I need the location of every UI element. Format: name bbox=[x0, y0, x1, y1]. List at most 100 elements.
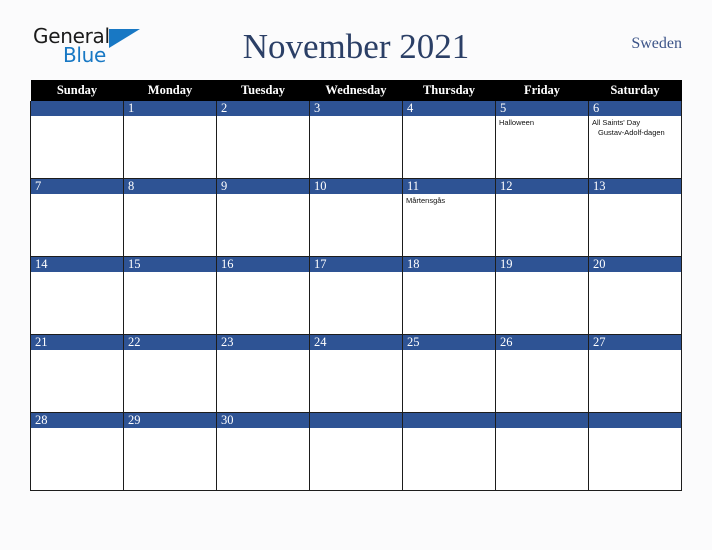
calendar-day-cell-18[interactable]: 18 bbox=[402, 256, 496, 335]
day-number: 30 bbox=[217, 413, 309, 428]
weekday-header-tuesday: Tuesday bbox=[216, 80, 310, 101]
calendar-day-cell-3[interactable]: 3 bbox=[309, 101, 403, 179]
day-number: 25 bbox=[403, 335, 495, 350]
country-label: Sweden bbox=[631, 35, 682, 52]
day-events bbox=[124, 272, 216, 274]
day-number: 29 bbox=[124, 413, 216, 428]
calendar-day-cell-12[interactable]: 12 bbox=[495, 178, 589, 257]
calendar-day-cell-9[interactable]: 9 bbox=[216, 178, 310, 257]
day-events bbox=[589, 194, 681, 196]
calendar-day-cell-20[interactable]: 20 bbox=[588, 256, 682, 335]
calendar-day-cell-2[interactable]: 2 bbox=[216, 101, 310, 179]
day-events bbox=[217, 272, 309, 274]
day-events bbox=[496, 194, 588, 196]
calendar-day-cell-28[interactable]: 28 bbox=[30, 412, 124, 491]
day-number: 28 bbox=[31, 413, 123, 428]
calendar-day-cell-empty[interactable] bbox=[309, 412, 403, 491]
day-events bbox=[217, 116, 309, 118]
day-events bbox=[31, 116, 123, 118]
calendar-day-cell-empty[interactable] bbox=[402, 412, 496, 491]
calendar-day-cell-5[interactable]: 5 Halloween bbox=[495, 101, 589, 179]
day-number: 4 bbox=[403, 101, 495, 116]
day-number bbox=[403, 413, 495, 428]
calendar-day-cell-29[interactable]: 29 bbox=[123, 412, 217, 491]
day-events: Mårtensgås bbox=[403, 194, 495, 206]
calendar-table: Sunday Monday Tuesday Wednesday Thursday Frid… bbox=[30, 80, 682, 491]
day-events bbox=[496, 272, 588, 274]
calendar-day-cell-14[interactable]: 14 bbox=[30, 256, 124, 335]
holiday-label: Mårtensgås bbox=[406, 196, 446, 205]
calendar-body: 1 2 3 4 5 Halloween 6 All Saints' Day Gustav-Ado… bbox=[30, 101, 682, 491]
calendar-week-row: 21 22 23 24 25 26 27 bbox=[30, 334, 682, 413]
day-number: 27 bbox=[589, 335, 681, 350]
calendar-page: General Blue November 2021 Sweden Sunday… bbox=[0, 0, 712, 550]
calendar-day-cell-27[interactable]: 27 bbox=[588, 334, 682, 413]
weekday-header-saturday: Saturday bbox=[588, 80, 682, 101]
calendar-day-cell-13[interactable]: 13 bbox=[588, 178, 682, 257]
calendar-day-cell-empty[interactable] bbox=[495, 412, 589, 491]
calendar-day-cell-26[interactable]: 26 bbox=[495, 334, 589, 413]
calendar-day-cell-21[interactable]: 21 bbox=[30, 334, 124, 413]
calendar-day-cell-7[interactable]: 7 bbox=[30, 178, 124, 257]
day-events bbox=[217, 194, 309, 196]
day-events bbox=[310, 272, 402, 274]
day-events bbox=[589, 428, 681, 430]
calendar-day-cell-22[interactable]: 22 bbox=[123, 334, 217, 413]
weekday-header-sunday: Sunday bbox=[30, 80, 124, 101]
day-events bbox=[31, 350, 123, 352]
calendar-day-cell-4[interactable]: 4 bbox=[402, 101, 496, 179]
weekday-header-monday: Monday bbox=[123, 80, 217, 101]
day-number: 26 bbox=[496, 335, 588, 350]
calendar-day-cell-25[interactable]: 25 bbox=[402, 334, 496, 413]
day-events bbox=[403, 428, 495, 430]
calendar-day-cell-15[interactable]: 15 bbox=[123, 256, 217, 335]
calendar-day-cell-11[interactable]: 11 Mårtensgås bbox=[402, 178, 496, 257]
day-number bbox=[496, 413, 588, 428]
day-events bbox=[496, 350, 588, 352]
calendar-week-row: 7 8 9 10 11 Mårtensgås 12 13 bbox=[30, 178, 682, 257]
calendar-day-cell-30[interactable]: 30 bbox=[216, 412, 310, 491]
day-events bbox=[31, 194, 123, 196]
day-number: 10 bbox=[310, 179, 402, 194]
day-events bbox=[589, 272, 681, 274]
calendar-day-cell-1[interactable]: 1 bbox=[123, 101, 217, 179]
calendar-day-cell-19[interactable]: 19 bbox=[495, 256, 589, 335]
day-events bbox=[31, 272, 123, 274]
calendar-day-cell-6[interactable]: 6 All Saints' Day Gustav-Adolf-dagen bbox=[588, 101, 682, 179]
day-number: 19 bbox=[496, 257, 588, 272]
calendar-day-cell-8[interactable]: 8 bbox=[123, 178, 217, 257]
day-events bbox=[217, 428, 309, 430]
calendar-week-row: 1 2 3 4 5 Halloween 6 All Saints' Day Gustav-Ado… bbox=[30, 101, 682, 179]
day-events bbox=[31, 428, 123, 430]
day-events bbox=[310, 116, 402, 118]
calendar-day-cell-empty[interactable] bbox=[588, 412, 682, 491]
calendar-day-cell-23[interactable]: 23 bbox=[216, 334, 310, 413]
day-number: 15 bbox=[124, 257, 216, 272]
day-events bbox=[124, 428, 216, 430]
page-header: General Blue November 2021 Sweden bbox=[0, 22, 712, 74]
day-number: 11 bbox=[403, 179, 495, 194]
day-number: 20 bbox=[589, 257, 681, 272]
day-events bbox=[310, 194, 402, 196]
day-events bbox=[310, 350, 402, 352]
calendar-day-cell-10[interactable]: 10 bbox=[309, 178, 403, 257]
day-events bbox=[310, 428, 402, 430]
day-events: Halloween bbox=[496, 116, 588, 128]
day-events bbox=[403, 350, 495, 352]
day-number: 8 bbox=[124, 179, 216, 194]
day-events bbox=[589, 350, 681, 352]
day-number: 1 bbox=[124, 101, 216, 116]
day-number: 22 bbox=[124, 335, 216, 350]
day-number bbox=[310, 413, 402, 428]
day-events bbox=[124, 350, 216, 352]
calendar-day-cell-16[interactable]: 16 bbox=[216, 256, 310, 335]
day-number: 6 bbox=[589, 101, 681, 116]
day-number: 23 bbox=[217, 335, 309, 350]
calendar-day-cell-empty[interactable] bbox=[30, 101, 124, 179]
day-number: 9 bbox=[217, 179, 309, 194]
calendar-day-cell-24[interactable]: 24 bbox=[309, 334, 403, 413]
day-events bbox=[496, 428, 588, 430]
calendar-day-cell-17[interactable]: 17 bbox=[309, 256, 403, 335]
day-number: 2 bbox=[217, 101, 309, 116]
weekday-header-row: Sunday Monday Tuesday Wednesday Thursday Frid… bbox=[30, 80, 682, 101]
